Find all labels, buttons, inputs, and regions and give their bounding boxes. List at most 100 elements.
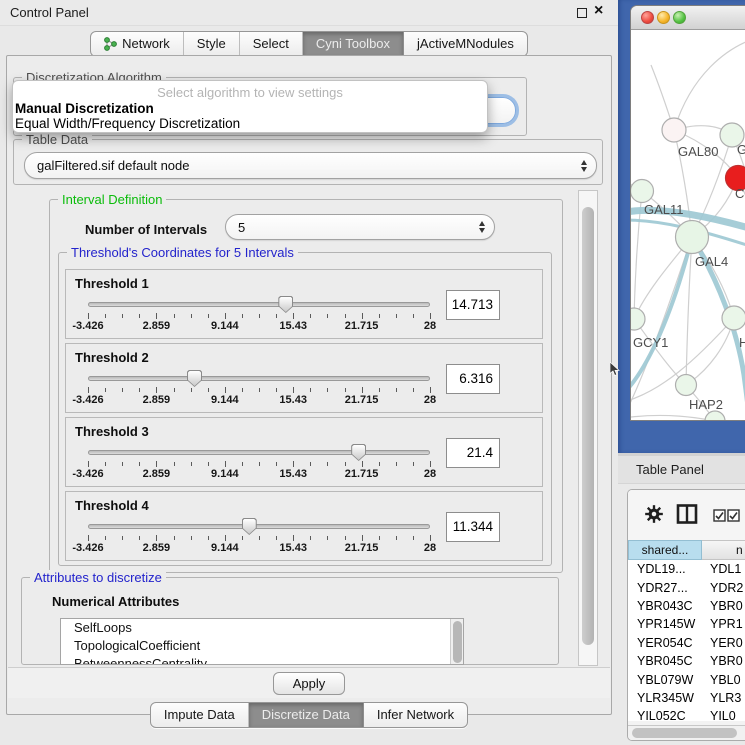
checkbox-filter-icons[interactable]: [713, 509, 740, 522]
attribute-item-topologicalcoefficient[interactable]: TopologicalCoefficient: [61, 637, 463, 655]
network-node[interactable]: [662, 118, 686, 142]
table-data-dropdown[interactable]: galFiltered.sif default node: [24, 152, 597, 179]
tab-network[interactable]: Network: [91, 32, 184, 56]
network-node[interactable]: [722, 306, 745, 330]
slider-ticks: [88, 461, 430, 468]
tick-label: 28: [424, 394, 436, 406]
number-of-intervals-dropdown[interactable]: 5: [225, 214, 495, 240]
cell-shared-name: YDL19...: [628, 562, 702, 576]
network-canvas[interactable]: GAL80GACGAL11GAL4GCY1HHAP2: [631, 30, 745, 421]
threshold-slider[interactable]: -3.4262.8599.14415.4321.71528: [88, 518, 430, 554]
algorithm-option-equal-width-frequency-discretization[interactable]: Equal Width/Frequency Discretization: [13, 116, 487, 131]
attributes-listbox[interactable]: SelfLoopsTopologicalCoefficientBetweenne…: [60, 618, 464, 665]
tab-jactivemnodules[interactable]: jActiveMNodules: [404, 32, 527, 56]
scrollbar-thumb[interactable]: [582, 207, 594, 645]
slider-thumb[interactable]: [278, 296, 293, 313]
cell-name: YER0: [702, 636, 745, 650]
tab-style[interactable]: Style: [184, 32, 240, 56]
scrollbar-thumb[interactable]: [453, 621, 462, 663]
zoom-traffic-light-icon[interactable]: [673, 11, 686, 24]
minimize-traffic-light-icon[interactable]: [657, 11, 670, 24]
split-columns-icon[interactable]: [676, 503, 698, 530]
attribute-item-betweennesscentrality[interactable]: BetweennessCentrality: [61, 655, 463, 665]
tab-infer-network[interactable]: Infer Network: [364, 703, 467, 727]
table-hscrollbar[interactable]: [628, 725, 745, 740]
dropdown-prompt: Select algorithm to view settings: [13, 84, 487, 101]
table-row[interactable]: YBR045CYBR0: [628, 652, 745, 670]
scrollbar-thumb[interactable]: [632, 728, 737, 738]
table-row[interactable]: YIL052CYIL0: [628, 707, 745, 721]
slider-thumb[interactable]: [187, 370, 202, 387]
table-row[interactable]: YLR345WYLR3: [628, 689, 745, 707]
threshold-panel-1: Threshold 1-3.4262.8599.14415.4321.71528…: [65, 269, 543, 339]
tick-mark: [122, 388, 123, 392]
panel-scrollbar[interactable]: [578, 190, 598, 666]
network-node[interactable]: [631, 308, 645, 330]
close-icon[interactable]: ×: [594, 2, 603, 20]
tick-mark: [139, 462, 140, 466]
tick-mark: [242, 536, 243, 540]
cell-shared-name: YBR045C: [628, 654, 702, 668]
slider-thumb[interactable]: [242, 518, 257, 535]
tab-discretize-data[interactable]: Discretize Data: [249, 703, 364, 727]
threshold-slider[interactable]: -3.4262.8599.14415.4321.71528: [88, 296, 430, 332]
table-row[interactable]: YBR043CYBR0: [628, 597, 745, 615]
column-header-name[interactable]: n: [702, 540, 745, 560]
threshold-value-field[interactable]: 6.316: [446, 364, 500, 394]
tick-mark: [191, 462, 192, 466]
checkbox-icon[interactable]: [713, 509, 726, 522]
dropdown-options: Manual DiscretizationEqual Width/Frequen…: [13, 101, 487, 131]
tick-label: 9.144: [211, 468, 239, 480]
slider-track: [88, 524, 430, 529]
attributes-scrollbar[interactable]: [450, 619, 463, 664]
tab-select[interactable]: Select: [240, 32, 303, 56]
threshold-value-field[interactable]: 14.713: [446, 290, 500, 320]
table-row[interactable]: YDR27...YDR2: [628, 578, 745, 596]
tick-mark: [396, 462, 397, 466]
table-row[interactable]: YER054CYER0: [628, 634, 745, 652]
network-desktop: GAL80GACGAL11GAL4GCY1HHAP2: [618, 0, 745, 453]
table-row[interactable]: YPR145WYPR1: [628, 615, 745, 633]
tick-mark: [174, 462, 175, 466]
threshold-slider[interactable]: -3.4262.8599.14415.4321.71528: [88, 444, 430, 480]
table-row[interactable]: YBL079WYBL0: [628, 670, 745, 688]
tick-mark: [276, 314, 277, 318]
checkbox-icon[interactable]: [727, 509, 740, 522]
threshold-label: Threshold 4: [75, 498, 149, 513]
slider-thumb[interactable]: [351, 444, 366, 461]
node-label: GA: [737, 142, 745, 157]
tick-mark: [139, 388, 140, 392]
network-node[interactable]: [676, 375, 697, 396]
table-row[interactable]: YDL19...YDL1: [628, 560, 745, 578]
column-header-shared-name[interactable]: shared...: [628, 540, 702, 560]
slider-tick-labels: -3.4262.8599.14415.4321.71528: [88, 468, 430, 480]
tab-label: jActiveMNodules: [417, 36, 514, 51]
attribute-item-selfloops[interactable]: SelfLoops: [61, 619, 463, 637]
table-toolbar: [628, 490, 745, 540]
tab-impute-data[interactable]: Impute Data: [151, 703, 249, 727]
float-window-icon[interactable]: [577, 8, 587, 18]
apply-button[interactable]: Apply: [273, 672, 345, 695]
threshold-value-field[interactable]: 21.4: [446, 438, 500, 468]
tab-label: Discretize Data: [262, 707, 350, 722]
stepper-icon: [581, 160, 587, 172]
tick-mark: [122, 536, 123, 540]
network-view-window[interactable]: GAL80GACGAL11GAL4GCY1HHAP2: [630, 5, 745, 421]
threshold-slider[interactable]: -3.4262.8599.14415.4321.71528: [88, 370, 430, 406]
gear-icon[interactable]: [645, 505, 663, 528]
tab-cyni-toolbox[interactable]: Cyni Toolbox: [303, 32, 404, 56]
network-node[interactable]: [676, 221, 709, 254]
network-node[interactable]: [631, 180, 654, 203]
group-title-interval: Interval Definition: [58, 192, 166, 207]
tick-mark: [379, 536, 380, 540]
algorithm-option-manual-discretization[interactable]: Manual Discretization: [13, 101, 487, 116]
threshold-value-field[interactable]: 11.344: [446, 512, 500, 542]
close-traffic-light-icon[interactable]: [641, 11, 654, 24]
numerical-attributes-label: Numerical Attributes: [52, 594, 179, 609]
control-panel-titlebar: Control Panel ×: [0, 0, 618, 26]
slider-tick-labels: -3.4262.8599.14415.4321.71528: [88, 320, 430, 332]
tick-mark: [413, 314, 414, 318]
network-node[interactable]: [705, 411, 725, 421]
slider-ticks: [88, 387, 430, 394]
tick-mark: [225, 461, 226, 467]
